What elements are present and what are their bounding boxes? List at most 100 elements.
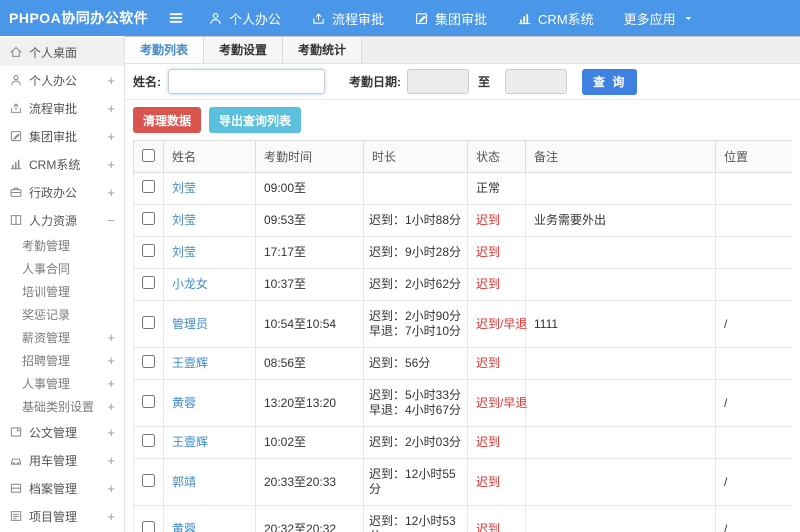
nav-item-more-apps[interactable]: 更多应用	[624, 9, 695, 28]
employee-name-link[interactable]: 刘莹	[172, 245, 196, 259]
tab-attendance-statistics[interactable]: 考勤统计	[283, 37, 363, 63]
employee-name-link[interactable]: 小龙女	[172, 277, 208, 291]
time-cell: 10:37至	[255, 268, 364, 301]
status-cell: 迟到/早退	[467, 300, 528, 348]
column-header-4: 备注	[525, 140, 716, 173]
duration-cell: 迟到：12小时53分	[363, 505, 468, 532]
duration-cell: 迟到：56分	[363, 347, 468, 380]
workflow-icon	[311, 11, 326, 26]
row-checkbox[interactable]	[142, 212, 155, 225]
name-filter-input[interactable]	[168, 69, 325, 94]
sidebar-item-crm-system[interactable]: CRM系统 +	[0, 150, 124, 178]
row-checkbox-cell	[133, 379, 164, 427]
sidebar-item-workflow-approval[interactable]: 流程审批 +	[0, 94, 124, 122]
status-text: 迟到/早退	[476, 395, 528, 410]
table-row: 管理员 10:54至10:54 迟到：2小时90分 早退：7小时10分 迟到/早退 111…	[133, 300, 792, 348]
employee-name-link[interactable]: 管理员	[172, 317, 208, 331]
sidebar-item-project-management[interactable]: 项目管理 +	[0, 502, 124, 530]
sidebar-subitem-salary-management[interactable]: 薪资管理 +	[0, 326, 124, 349]
date-to-label: 至	[478, 75, 491, 89]
row-checkbox-cell	[133, 236, 164, 269]
row-checkbox[interactable]	[142, 315, 155, 329]
row-checkbox[interactable]	[142, 276, 155, 289]
sidebar-subitem-reward-punishment-records[interactable]: 奖惩记录	[0, 303, 124, 326]
attendance-table-wrap: 姓名 考勤时间 时长 状态 备注 位置 刘莹 09:00至 正常 刘莹 09:53至 迟到：1小时8…	[133, 140, 792, 532]
sidebar-subitem-label: 薪资管理	[22, 331, 71, 345]
duration-line: 迟到：1小时88分	[369, 213, 462, 227]
employee-name-link[interactable]: 刘莹	[172, 213, 196, 227]
row-checkbox[interactable]	[142, 244, 155, 257]
app-logo[interactable]: PHPOA协同办公软件	[0, 8, 150, 28]
sidebar-item-document-management[interactable]: 公文管理 +	[0, 418, 124, 446]
table-row: 黄蓉 13:20至13:20 迟到：5小时33分 早退：4小时67分 迟到/早退 /	[133, 379, 792, 427]
date-filter-label: 考勤日期:	[349, 75, 401, 89]
row-checkbox[interactable]	[142, 434, 155, 447]
row-checkbox[interactable]	[142, 180, 155, 193]
location-cell: /	[715, 505, 792, 532]
date-from-input[interactable]	[407, 69, 469, 94]
time-cell: 09:53至	[255, 204, 364, 237]
row-checkbox[interactable]	[142, 394, 155, 408]
clean-data-button[interactable]: 清理数据	[133, 107, 202, 133]
employee-name-link[interactable]: 黄蓉	[172, 522, 196, 532]
sidebar-item-personal-office[interactable]: 个人办公 +	[0, 66, 124, 94]
app-window: PHPOA协同办公软件 个人办公 流程审批 集团审批 CRM系统 更多应用 个人桌面 个人…	[0, 0, 800, 532]
row-checkbox[interactable]	[142, 473, 155, 487]
sidebar-item-label: 行政办公	[29, 185, 78, 200]
name-filter-label: 姓名:	[133, 75, 161, 89]
sidebar-subitem-personnel-contract[interactable]: 人事合同	[0, 257, 124, 280]
duration-cell: 迟到：1小时88分	[363, 204, 468, 237]
row-checkbox[interactable]	[142, 355, 155, 368]
status-cell: 迟到	[467, 204, 526, 237]
employee-name-link[interactable]: 黄蓉	[172, 396, 196, 410]
table-row: 刘莹 17:17至 迟到：9小时28分 迟到	[133, 236, 792, 269]
nav-item-label: 个人办公	[229, 11, 282, 27]
tab-attendance-list[interactable]: 考勤列表	[125, 37, 205, 63]
employee-name-link[interactable]: 王壹辉	[172, 356, 208, 370]
employee-name-link[interactable]: 刘莹	[172, 181, 196, 195]
sidebar-item-admin-office[interactable]: 行政办公 +	[0, 178, 124, 206]
status-cell: 迟到	[467, 458, 526, 506]
menu-toggle[interactable]	[168, 10, 184, 26]
export-list-button[interactable]: 导出查询列表	[209, 107, 302, 133]
nav-item-group-approval[interactable]: 集团审批	[414, 9, 487, 28]
sidebar-subitem-basic-category-settings[interactable]: 基础类别设置 +	[0, 395, 124, 418]
sidebar-item-label: 集团审批	[29, 129, 78, 144]
duration-line: 迟到：9小时28分	[369, 245, 462, 259]
expand-plus-icon: +	[107, 376, 115, 391]
edit-icon	[414, 11, 429, 26]
sidebar-subitem-recruitment-management[interactable]: 招聘管理 +	[0, 349, 124, 372]
sidebar-subitem-attendance-management[interactable]: 考勤管理	[0, 234, 124, 257]
sidebar-item-vehicle-management[interactable]: 用车管理 +	[0, 446, 124, 474]
duration-cell	[363, 172, 468, 205]
nav-item-crm-system[interactable]: CRM系统	[517, 9, 594, 28]
sidebar: 个人桌面 个人办公 + 流程审批 + 集团审批 + CRM系统 + 行政办公 + 人力资源 − 考勤管理人…	[0, 36, 125, 532]
sidebar-subitem-label: 人事合同	[22, 262, 71, 276]
nav-item-personal-office[interactable]: 个人办公	[208, 9, 281, 28]
row-checkbox-cell	[133, 426, 164, 459]
employee-name-link[interactable]: 王壹辉	[172, 435, 208, 449]
sidebar-item-label: 公文管理	[29, 425, 78, 440]
row-checkbox[interactable]	[142, 520, 155, 532]
column-header-2: 时长	[363, 140, 468, 173]
sidebar-item-human-resources[interactable]: 人力资源 −	[0, 206, 124, 234]
status-text: 迟到/早退	[476, 316, 528, 331]
sidebar-item-personal-desktop[interactable]: 个人桌面	[0, 38, 124, 66]
attendance-table-body: 刘莹 09:00至 正常 刘莹 09:53至 迟到：1小时88分 迟到 业务需要外出 刘莹 17:…	[133, 172, 792, 532]
workflow-icon	[9, 101, 23, 115]
expand-plus-icon: +	[107, 399, 115, 414]
filter-bar: 姓名: 考勤日期: 至 查 询	[125, 64, 800, 100]
date-to-input[interactable]	[505, 69, 568, 94]
sidebar-item-label: 项目管理	[29, 509, 78, 524]
note-cell: 业务需要外出	[525, 204, 716, 237]
sidebar-subitem-training-management[interactable]: 培训管理	[0, 280, 124, 303]
employee-name-link[interactable]: 郭靖	[172, 475, 196, 489]
status-cell: 迟到/早退	[467, 379, 528, 427]
tab-attendance-settings[interactable]: 考勤设置	[204, 37, 284, 63]
sidebar-item-archive-management[interactable]: 档案管理 +	[0, 474, 124, 502]
nav-item-workflow-approval[interactable]: 流程审批	[311, 9, 384, 28]
sidebar-item-group-approval[interactable]: 集团审批 +	[0, 122, 124, 150]
search-button[interactable]: 查 询	[582, 68, 638, 95]
sidebar-subitem-personnel-management[interactable]: 人事管理 +	[0, 372, 124, 395]
select-all-checkbox[interactable]	[142, 148, 155, 162]
